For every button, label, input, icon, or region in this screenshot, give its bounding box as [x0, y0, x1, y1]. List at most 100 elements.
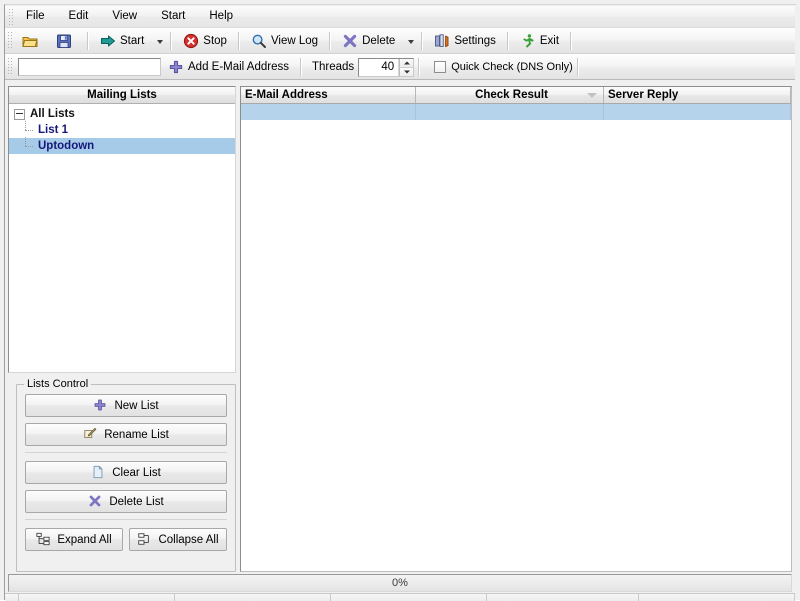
stop-error-icon	[183, 33, 199, 49]
settings-button-label: Settings	[454, 35, 496, 47]
tree-line-icon	[25, 137, 36, 154]
gear-tools-icon	[434, 33, 450, 49]
rename-list-label: Rename List	[104, 428, 169, 441]
settings-button[interactable]: Settings	[428, 29, 502, 53]
view-log-button[interactable]: View Log	[245, 29, 324, 53]
stop-button-label: Stop	[203, 35, 227, 47]
collapse-all-label: Collapse All	[158, 533, 219, 546]
sort-descending-icon	[587, 93, 597, 98]
clear-list-button[interactable]: Clear List	[25, 461, 227, 484]
mailing-lists-tree: All Lists List 1 Uptodown	[9, 104, 235, 154]
threads-increment-button[interactable]	[399, 58, 414, 68]
threads-label: Threads	[312, 61, 355, 73]
mailing-lists-header: Mailing Lists	[9, 87, 235, 104]
view-log-button-label: View Log	[270, 35, 319, 47]
column-header-label: E-Mail Address	[245, 89, 328, 101]
main-toolbar: Start Stop View Log Delete Settings Exit	[5, 28, 795, 54]
progress-bar: 0%	[8, 574, 792, 592]
menu-help[interactable]: Help	[197, 7, 245, 26]
toolbar-separator	[87, 32, 89, 50]
lists-control-body: New List Rename List Clear List Delete L…	[17, 385, 235, 557]
menu-start[interactable]: Start	[149, 7, 197, 26]
toolbar-grip-handle[interactable]	[6, 32, 13, 50]
toolbar-separator	[570, 32, 573, 50]
left-panel: Mailing Lists All Lists List 1 Uptodown …	[8, 86, 236, 572]
tree-actions-row: Expand All Collapse All	[25, 528, 227, 557]
cell-server-reply	[604, 104, 791, 120]
menu-file[interactable]: File	[14, 7, 57, 26]
menu-edit[interactable]: Edit	[57, 7, 101, 26]
application-window: File Edit View Start Help Start Stop Vie…	[0, 0, 800, 601]
toolbar-separator	[237, 32, 240, 50]
lists-control-divider	[25, 519, 227, 520]
start-button[interactable]: Start	[94, 29, 150, 53]
plus-icon	[168, 59, 184, 75]
collapse-tree-icon	[137, 532, 153, 548]
pencil-icon	[83, 427, 99, 443]
toolbar2-separator	[418, 58, 421, 76]
toolbar-separator	[329, 32, 332, 50]
lists-control-title: Lists Control	[24, 378, 92, 390]
progress-percent-label: 0%	[392, 577, 408, 589]
plus-icon	[93, 398, 109, 414]
menu-grip-handle[interactable]	[7, 8, 14, 25]
quick-check-box-icon	[434, 61, 447, 73]
column-header-label: Server Reply	[608, 89, 679, 101]
menu-bar: File Edit View Start Help	[5, 6, 795, 28]
tree-item-uptodown[interactable]: Uptodown	[9, 137, 235, 154]
exit-runner-icon	[520, 33, 536, 49]
start-button-label: Start	[120, 35, 145, 47]
expand-all-button[interactable]: Expand All	[25, 528, 123, 551]
expand-all-label: Expand All	[57, 533, 112, 546]
expand-tree-icon	[36, 532, 52, 548]
exit-button-label: Exit	[539, 35, 560, 47]
threads-stepper-buttons	[398, 58, 414, 76]
tree-item-all-lists[interactable]: All Lists	[9, 106, 235, 122]
add-email-address-button[interactable]: Add E-Mail Address	[162, 55, 295, 79]
cell-email-address	[241, 104, 416, 120]
rename-list-button[interactable]: Rename List	[25, 423, 227, 446]
column-header-email-address[interactable]: E-Mail Address	[241, 87, 416, 103]
quick-check-label: Quick Check (DNS Only)	[451, 61, 573, 73]
cell-check-result	[416, 104, 604, 120]
email-address-input[interactable]	[18, 58, 161, 76]
mailing-lists-tree-panel: Mailing Lists All Lists List 1 Uptodown	[8, 86, 236, 373]
save-button[interactable]	[50, 29, 82, 53]
toolbar2-separator	[576, 58, 579, 76]
delete-list-button[interactable]: Delete List	[25, 490, 227, 513]
save-disk-icon	[56, 33, 72, 49]
x-icon	[88, 494, 104, 510]
threads-input[interactable]	[359, 58, 399, 76]
exit-button[interactable]: Exit	[514, 29, 565, 53]
lists-control-group: Lists Control New List Rename List Clear…	[16, 378, 236, 572]
results-grid-panel: E-Mail Address Check Result Server Reply	[240, 86, 792, 572]
delete-dropdown-arrow-icon[interactable]	[408, 40, 415, 44]
results-grid-header: E-Mail Address Check Result Server Reply	[241, 87, 791, 104]
quick-check-checkbox[interactable]: Quick Check (DNS Only)	[434, 61, 573, 73]
threads-stepper[interactable]	[358, 57, 415, 77]
delete-button[interactable]: Delete	[336, 29, 401, 53]
start-dropdown-arrow-icon[interactable]	[157, 40, 164, 44]
toolbar2-grip-handle[interactable]	[6, 58, 13, 76]
threads-decrement-button[interactable]	[399, 67, 414, 76]
open-button[interactable]	[16, 29, 48, 53]
new-list-label: New List	[114, 399, 159, 412]
column-header-check-result[interactable]: Check Result	[416, 87, 604, 103]
toolbar-separator	[170, 32, 173, 50]
column-header-label: Check Result	[475, 89, 548, 101]
open-folder-icon	[22, 33, 38, 49]
collapse-expander-icon[interactable]	[14, 108, 25, 120]
tree-line-icon	[25, 121, 36, 138]
table-row[interactable]	[241, 104, 791, 120]
delete-list-label: Delete List	[109, 495, 164, 508]
delete-x-icon	[342, 33, 358, 49]
tree-item-list-1[interactable]: List 1	[9, 121, 235, 138]
stop-button[interactable]: Stop	[177, 29, 233, 53]
new-list-button[interactable]: New List	[25, 394, 227, 417]
menu-view[interactable]: View	[100, 7, 149, 26]
column-header-server-reply[interactable]: Server Reply	[604, 87, 791, 103]
collapse-all-button[interactable]: Collapse All	[129, 528, 227, 551]
toolbar-separator	[506, 32, 509, 50]
document-icon	[91, 465, 107, 481]
tree-item-label: Uptodown	[38, 140, 95, 152]
